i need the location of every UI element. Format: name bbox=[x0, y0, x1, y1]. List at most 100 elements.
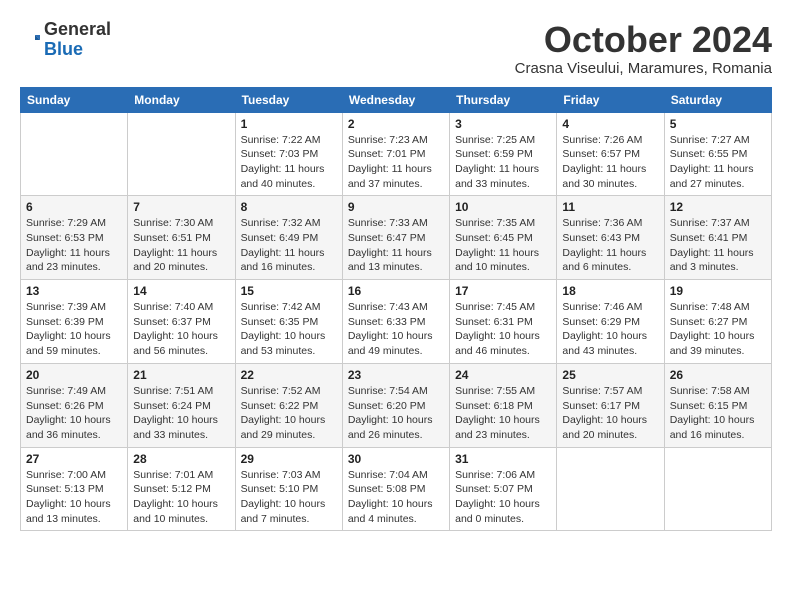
day-number: 5 bbox=[670, 117, 766, 131]
logo-blue-text: Blue bbox=[44, 40, 111, 60]
day-detail: Sunrise: 7:33 AM Sunset: 6:47 PM Dayligh… bbox=[348, 216, 444, 275]
day-detail: Sunrise: 7:06 AM Sunset: 5:07 PM Dayligh… bbox=[455, 468, 551, 527]
calendar-day-cell: 9 Sunrise: 7:33 AM Sunset: 6:47 PM Daylig… bbox=[342, 196, 449, 280]
day-detail: Sunrise: 7:04 AM Sunset: 5:08 PM Dayligh… bbox=[348, 468, 444, 527]
day-number: 30 bbox=[348, 452, 444, 466]
calendar-day-cell: 28 Sunrise: 7:01 AM Sunset: 5:12 PM Dayli… bbox=[128, 447, 235, 531]
day-detail: Sunrise: 7:54 AM Sunset: 6:20 PM Dayligh… bbox=[348, 384, 444, 443]
weekday-header: Tuesday bbox=[235, 87, 342, 112]
weekday-header: Thursday bbox=[450, 87, 557, 112]
calendar-day-cell: 15 Sunrise: 7:42 AM Sunset: 6:35 PM Dayli… bbox=[235, 280, 342, 364]
day-detail: Sunrise: 7:26 AM Sunset: 6:57 PM Dayligh… bbox=[562, 133, 658, 192]
day-detail: Sunrise: 7:22 AM Sunset: 7:03 PM Dayligh… bbox=[241, 133, 337, 192]
day-number: 29 bbox=[241, 452, 337, 466]
day-detail: Sunrise: 7:52 AM Sunset: 6:22 PM Dayligh… bbox=[241, 384, 337, 443]
day-number: 2 bbox=[348, 117, 444, 131]
weekday-header-row: SundayMondayTuesdayWednesdayThursdayFrid… bbox=[21, 87, 772, 112]
day-number: 28 bbox=[133, 452, 229, 466]
calendar-day-cell: 30 Sunrise: 7:04 AM Sunset: 5:08 PM Dayli… bbox=[342, 447, 449, 531]
day-number: 8 bbox=[241, 200, 337, 214]
calendar-day-cell: 17 Sunrise: 7:45 AM Sunset: 6:31 PM Dayli… bbox=[450, 280, 557, 364]
calendar-day-cell: 11Sunrise: 7:36 AM Sunset: 6:43 PM Dayli… bbox=[557, 196, 664, 280]
calendar-day-cell: 20Sunrise: 7:49 AM Sunset: 6:26 PM Dayli… bbox=[21, 363, 128, 447]
day-number: 26 bbox=[670, 368, 766, 382]
day-number: 25 bbox=[562, 368, 658, 382]
day-detail: Sunrise: 7:55 AM Sunset: 6:18 PM Dayligh… bbox=[455, 384, 551, 443]
calendar-day-cell: 25 Sunrise: 7:57 AM Sunset: 6:17 PM Dayli… bbox=[557, 363, 664, 447]
day-detail: Sunrise: 7:36 AM Sunset: 6:43 PM Dayligh… bbox=[562, 216, 658, 275]
day-detail: Sunrise: 7:57 AM Sunset: 6:17 PM Dayligh… bbox=[562, 384, 658, 443]
day-detail: Sunrise: 7:03 AM Sunset: 5:10 PM Dayligh… bbox=[241, 468, 337, 527]
day-number: 17 bbox=[455, 284, 551, 298]
calendar-day-cell: 8 Sunrise: 7:32 AM Sunset: 6:49 PM Daylig… bbox=[235, 196, 342, 280]
day-detail: Sunrise: 7:27 AM Sunset: 6:55 PM Dayligh… bbox=[670, 133, 766, 192]
calendar-day-cell: 24 Sunrise: 7:55 AM Sunset: 6:18 PM Dayli… bbox=[450, 363, 557, 447]
title-block: October 2024 Crasna Viseului, Maramures,… bbox=[515, 20, 772, 77]
calendar-day-cell bbox=[664, 447, 771, 531]
calendar-day-cell bbox=[21, 112, 128, 196]
day-number: 1 bbox=[241, 117, 337, 131]
day-number: 9 bbox=[348, 200, 444, 214]
day-detail: Sunrise: 7:25 AM Sunset: 6:59 PM Dayligh… bbox=[455, 133, 551, 192]
day-number: 19 bbox=[670, 284, 766, 298]
location: Crasna Viseului, Maramures, Romania bbox=[515, 60, 772, 77]
day-number: 12 bbox=[670, 200, 766, 214]
day-detail: Sunrise: 7:48 AM Sunset: 6:27 PM Dayligh… bbox=[670, 300, 766, 359]
day-number: 7 bbox=[133, 200, 229, 214]
day-number: 24 bbox=[455, 368, 551, 382]
day-number: 3 bbox=[455, 117, 551, 131]
day-detail: Sunrise: 7:01 AM Sunset: 5:12 PM Dayligh… bbox=[133, 468, 229, 527]
calendar-day-cell: 27 Sunrise: 7:00 AM Sunset: 5:13 PM Dayli… bbox=[21, 447, 128, 531]
day-detail: Sunrise: 7:40 AM Sunset: 6:37 PM Dayligh… bbox=[133, 300, 229, 359]
calendar-day-cell: 23 Sunrise: 7:54 AM Sunset: 6:20 PM Dayli… bbox=[342, 363, 449, 447]
day-number: 14 bbox=[133, 284, 229, 298]
day-detail: Sunrise: 7:30 AM Sunset: 6:51 PM Dayligh… bbox=[133, 216, 229, 275]
logo-general-text: General bbox=[44, 20, 111, 40]
calendar-day-cell: 10Sunrise: 7:35 AM Sunset: 6:45 PM Dayli… bbox=[450, 196, 557, 280]
day-number: 18 bbox=[562, 284, 658, 298]
day-detail: Sunrise: 7:49 AM Sunset: 6:26 PM Dayligh… bbox=[26, 384, 122, 443]
calendar-day-cell: 5 Sunrise: 7:27 AM Sunset: 6:55 PM Daylig… bbox=[664, 112, 771, 196]
calendar-day-cell: 2 Sunrise: 7:23 AM Sunset: 7:01 PM Daylig… bbox=[342, 112, 449, 196]
calendar-day-cell: 7 Sunrise: 7:30 AM Sunset: 6:51 PM Daylig… bbox=[128, 196, 235, 280]
day-number: 15 bbox=[241, 284, 337, 298]
day-number: 23 bbox=[348, 368, 444, 382]
day-detail: Sunrise: 7:45 AM Sunset: 6:31 PM Dayligh… bbox=[455, 300, 551, 359]
day-number: 21 bbox=[133, 368, 229, 382]
day-number: 16 bbox=[348, 284, 444, 298]
weekday-header: Saturday bbox=[664, 87, 771, 112]
calendar-day-cell: 18Sunrise: 7:46 AM Sunset: 6:29 PM Dayli… bbox=[557, 280, 664, 364]
day-detail: Sunrise: 7:39 AM Sunset: 6:39 PM Dayligh… bbox=[26, 300, 122, 359]
day-number: 27 bbox=[26, 452, 122, 466]
logo: General Blue bbox=[20, 20, 111, 60]
day-detail: Sunrise: 7:23 AM Sunset: 7:01 PM Dayligh… bbox=[348, 133, 444, 192]
calendar-day-cell: 29 Sunrise: 7:03 AM Sunset: 5:10 PM Dayli… bbox=[235, 447, 342, 531]
weekday-header: Wednesday bbox=[342, 87, 449, 112]
day-detail: Sunrise: 7:42 AM Sunset: 6:35 PM Dayligh… bbox=[241, 300, 337, 359]
calendar-day-cell: 13 Sunrise: 7:39 AM Sunset: 6:39 PM Dayli… bbox=[21, 280, 128, 364]
day-detail: Sunrise: 7:37 AM Sunset: 6:41 PM Dayligh… bbox=[670, 216, 766, 275]
calendar-day-cell: 31 Sunrise: 7:06 AM Sunset: 5:07 PM Dayli… bbox=[450, 447, 557, 531]
weekday-header: Monday bbox=[128, 87, 235, 112]
calendar-week-row: 20Sunrise: 7:49 AM Sunset: 6:26 PM Dayli… bbox=[21, 363, 772, 447]
day-detail: Sunrise: 7:00 AM Sunset: 5:13 PM Dayligh… bbox=[26, 468, 122, 527]
calendar-day-cell bbox=[557, 447, 664, 531]
calendar-day-cell: 3 Sunrise: 7:25 AM Sunset: 6:59 PM Daylig… bbox=[450, 112, 557, 196]
calendar-day-cell: 21Sunrise: 7:51 AM Sunset: 6:24 PM Dayli… bbox=[128, 363, 235, 447]
month-title: October 2024 bbox=[515, 20, 772, 60]
weekday-header: Friday bbox=[557, 87, 664, 112]
day-number: 4 bbox=[562, 117, 658, 131]
day-detail: Sunrise: 7:32 AM Sunset: 6:49 PM Dayligh… bbox=[241, 216, 337, 275]
day-detail: Sunrise: 7:43 AM Sunset: 6:33 PM Dayligh… bbox=[348, 300, 444, 359]
calendar-day-cell: 1 Sunrise: 7:22 AM Sunset: 7:03 PM Daylig… bbox=[235, 112, 342, 196]
day-number: 13 bbox=[26, 284, 122, 298]
calendar-day-cell: 22Sunrise: 7:52 AM Sunset: 6:22 PM Dayli… bbox=[235, 363, 342, 447]
page-header: General Blue October 2024 Crasna Viseulu… bbox=[20, 20, 772, 77]
logo-icon bbox=[20, 30, 40, 50]
calendar-day-cell: 19 Sunrise: 7:48 AM Sunset: 6:27 PM Dayli… bbox=[664, 280, 771, 364]
calendar-day-cell: 16 Sunrise: 7:43 AM Sunset: 6:33 PM Dayli… bbox=[342, 280, 449, 364]
day-detail: Sunrise: 7:35 AM Sunset: 6:45 PM Dayligh… bbox=[455, 216, 551, 275]
day-detail: Sunrise: 7:58 AM Sunset: 6:15 PM Dayligh… bbox=[670, 384, 766, 443]
day-number: 31 bbox=[455, 452, 551, 466]
day-number: 6 bbox=[26, 200, 122, 214]
